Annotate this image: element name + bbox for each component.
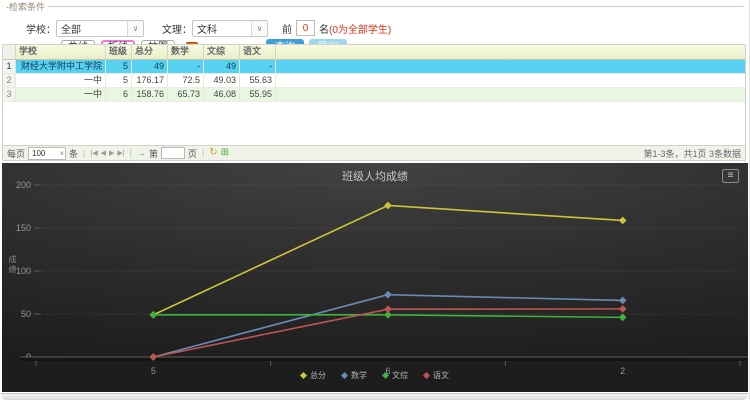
- legend-marker-icon: [341, 372, 348, 379]
- legend-label: 总分: [310, 370, 326, 381]
- goto-arrow-icon: →: [137, 148, 146, 158]
- chart-plot: 050100150200562: [2, 163, 748, 392]
- svg-text:200: 200: [16, 180, 31, 190]
- table-cell[interactable]: 176.17: [132, 74, 168, 87]
- pager-separator: |: [130, 148, 132, 158]
- chevron-down-icon: ∨: [127, 21, 143, 36]
- table-row[interactable]: 3一中6158.7665.7346.0855.95: [3, 88, 745, 102]
- score-grid: 学校班级总分数学文综语文 1财经大学附中工学院549-49-2一中5176.17…: [2, 44, 746, 161]
- stream-label: 文理：: [162, 21, 192, 36]
- row-number-cell: 2: [3, 74, 16, 87]
- legend-label: 语文: [433, 370, 449, 381]
- table-cell[interactable]: -: [168, 60, 204, 73]
- legend-marker-icon: [300, 372, 307, 379]
- table-cell[interactable]: 55.63: [240, 74, 276, 87]
- stream-select-value: 文科: [197, 21, 217, 36]
- column-header[interactable]: 数学: [168, 45, 204, 59]
- panel-legend: -检索条件: [3, 0, 48, 13]
- per-page-select[interactable]: 100 ∨: [28, 147, 66, 160]
- table-row[interactable]: 1财经大学附中工学院549-49-: [3, 60, 745, 74]
- table-cell[interactable]: 158.76: [132, 88, 168, 101]
- row-number-cell: 1: [3, 60, 16, 73]
- legend-label: 数学: [351, 370, 367, 381]
- legend-item[interactable]: 语文: [424, 370, 449, 381]
- chevron-down-icon: ∨: [60, 150, 64, 157]
- per-page-suffix: 条: [69, 147, 78, 160]
- svg-text:50: 50: [21, 309, 31, 319]
- window-bottom-edge: [1, 393, 748, 400]
- table-cell[interactable]: 55.95: [240, 88, 276, 101]
- legend-item[interactable]: 数学: [342, 370, 367, 381]
- per-page-value: 100: [32, 149, 45, 158]
- refresh-icon[interactable]: ↻: [209, 148, 217, 158]
- grid-header-row: 学校班级总分数学文综语文: [3, 45, 745, 60]
- legend-marker-icon: [382, 372, 389, 379]
- last-page-icon[interactable]: ▶|: [117, 149, 124, 157]
- svg-text:150: 150: [16, 223, 31, 233]
- column-header[interactable]: 班级: [106, 45, 132, 59]
- class-average-chart: 班级人均成绩 ≡ 成绩 050100150200562 总分数学文综语文: [2, 163, 748, 392]
- pager-separator: |: [83, 148, 85, 158]
- pager-separator: |: [202, 148, 204, 158]
- first-page-icon[interactable]: |◀: [90, 149, 97, 157]
- table-cell[interactable]: 5: [106, 74, 132, 87]
- report-page: -检索条件 学校： 全部 ∨ 文理： 文科 ∨ 前 名 (0为全部学生) 图表类…: [0, 0, 750, 400]
- goto-page-suffix: 页: [188, 147, 197, 160]
- top-n-hint: (0为全部学生): [329, 21, 391, 36]
- school-label: 学校：: [26, 21, 56, 36]
- legend-item[interactable]: 文综: [383, 370, 408, 381]
- grid-body: 1财经大学附中工学院549-49-2一中5176.1772.549.0355.6…: [3, 60, 745, 102]
- chevron-down-icon: ∨: [251, 21, 267, 36]
- search-conditions-panel: -检索条件 学校： 全部 ∨ 文理： 文科 ∨ 前 名 (0为全部学生) 图表类…: [2, 0, 744, 43]
- top-n-prefix: 前: [282, 21, 292, 36]
- per-page-label: 每页: [7, 147, 25, 160]
- column-header[interactable]: 学校: [16, 45, 106, 59]
- row-number-header: [3, 45, 16, 59]
- table-cell[interactable]: -: [240, 60, 276, 73]
- table-cell[interactable]: 72.5: [168, 74, 204, 87]
- table-cell[interactable]: 49.03: [204, 74, 240, 87]
- legend-label: 文综: [392, 370, 408, 381]
- column-header[interactable]: 总分: [132, 45, 168, 59]
- table-cell[interactable]: 46.08: [204, 88, 240, 101]
- panel-legend-label: 检索条件: [9, 2, 45, 12]
- table-cell[interactable]: 一中: [16, 74, 106, 87]
- table-cell[interactable]: 一中: [16, 88, 106, 101]
- next-page-icon[interactable]: ▶: [109, 149, 114, 157]
- table-cell[interactable]: 财经大学附中工学院: [16, 60, 106, 73]
- table-cell[interactable]: 6: [106, 88, 132, 101]
- goto-page-label: 第: [149, 147, 158, 160]
- legend-item[interactable]: 总分: [301, 370, 326, 381]
- table-cell[interactable]: 65.73: [168, 88, 204, 101]
- legend-marker-icon: [423, 372, 430, 379]
- filter-row-1: 学校： 全部 ∨ 文理： 文科 ∨ 前 名 (0为全部学生): [26, 19, 391, 37]
- goto-page-input[interactable]: [161, 147, 185, 159]
- school-select-value: 全部: [61, 21, 81, 36]
- school-select[interactable]: 全部 ∨: [56, 20, 144, 37]
- column-header[interactable]: 语文: [240, 45, 276, 59]
- top-n-suffix: 名: [319, 21, 329, 36]
- stream-select[interactable]: 文科 ∨: [192, 20, 268, 37]
- svg-text:100: 100: [16, 266, 31, 276]
- grid-pager: 每页 100 ∨ 条 | |◀ ◀ ▶ ▶| | → 第 页 | ↻ ⊞ 第1-…: [3, 145, 745, 160]
- table-cell[interactable]: 49: [204, 60, 240, 73]
- table-row[interactable]: 2一中5176.1772.549.0355.63: [3, 74, 745, 88]
- top-n-input[interactable]: [296, 20, 315, 36]
- table-cell[interactable]: 5: [106, 60, 132, 73]
- column-header[interactable]: 文综: [204, 45, 240, 59]
- pager-summary: 第1-3条，共1页 3条数据: [643, 147, 741, 160]
- row-number-cell: 3: [3, 88, 16, 101]
- table-cell[interactable]: 49: [132, 60, 168, 73]
- fit-columns-icon[interactable]: ⊞: [221, 148, 229, 158]
- chart-legend: 总分 数学 文综 语文: [2, 370, 748, 381]
- prev-page-icon[interactable]: ◀: [101, 149, 106, 157]
